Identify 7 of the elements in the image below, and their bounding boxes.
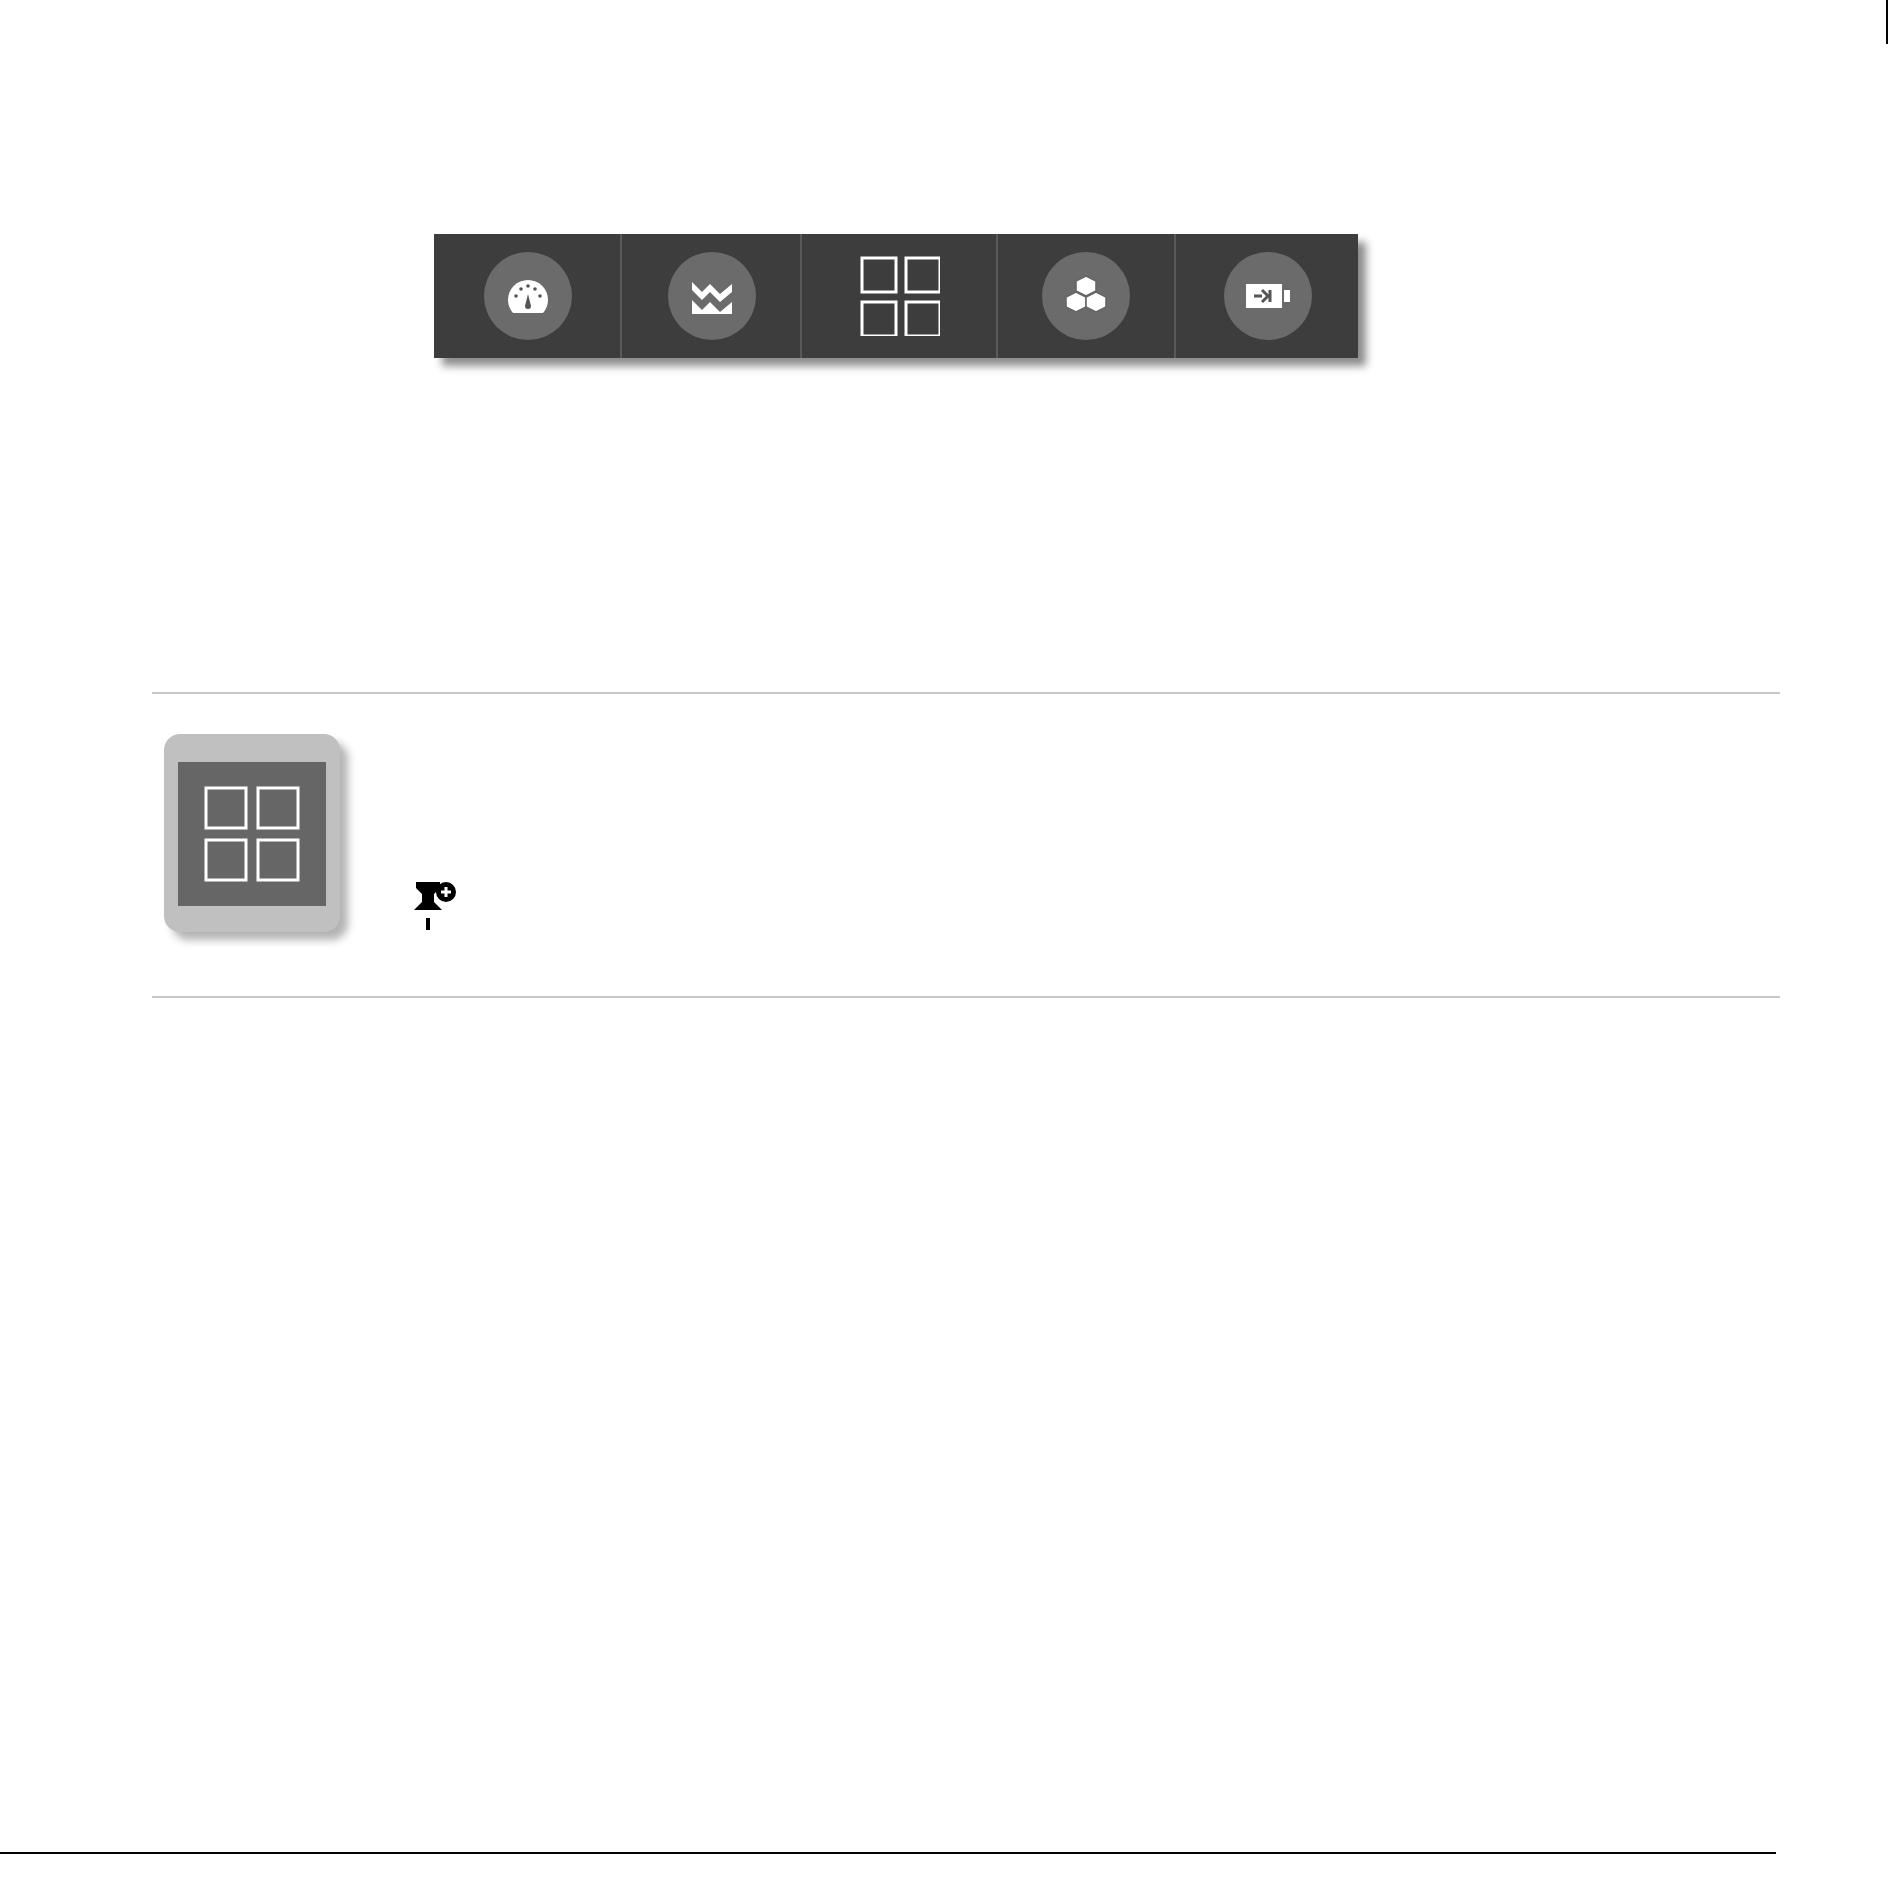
chart-icon <box>689 278 733 314</box>
battery-icon <box>1245 284 1289 308</box>
grid-icon <box>859 256 939 336</box>
grid-icon <box>204 785 300 881</box>
pin-icon[interactable] <box>414 882 458 932</box>
gauge-icon <box>505 278 549 314</box>
app-tile[interactable] <box>164 734 340 932</box>
